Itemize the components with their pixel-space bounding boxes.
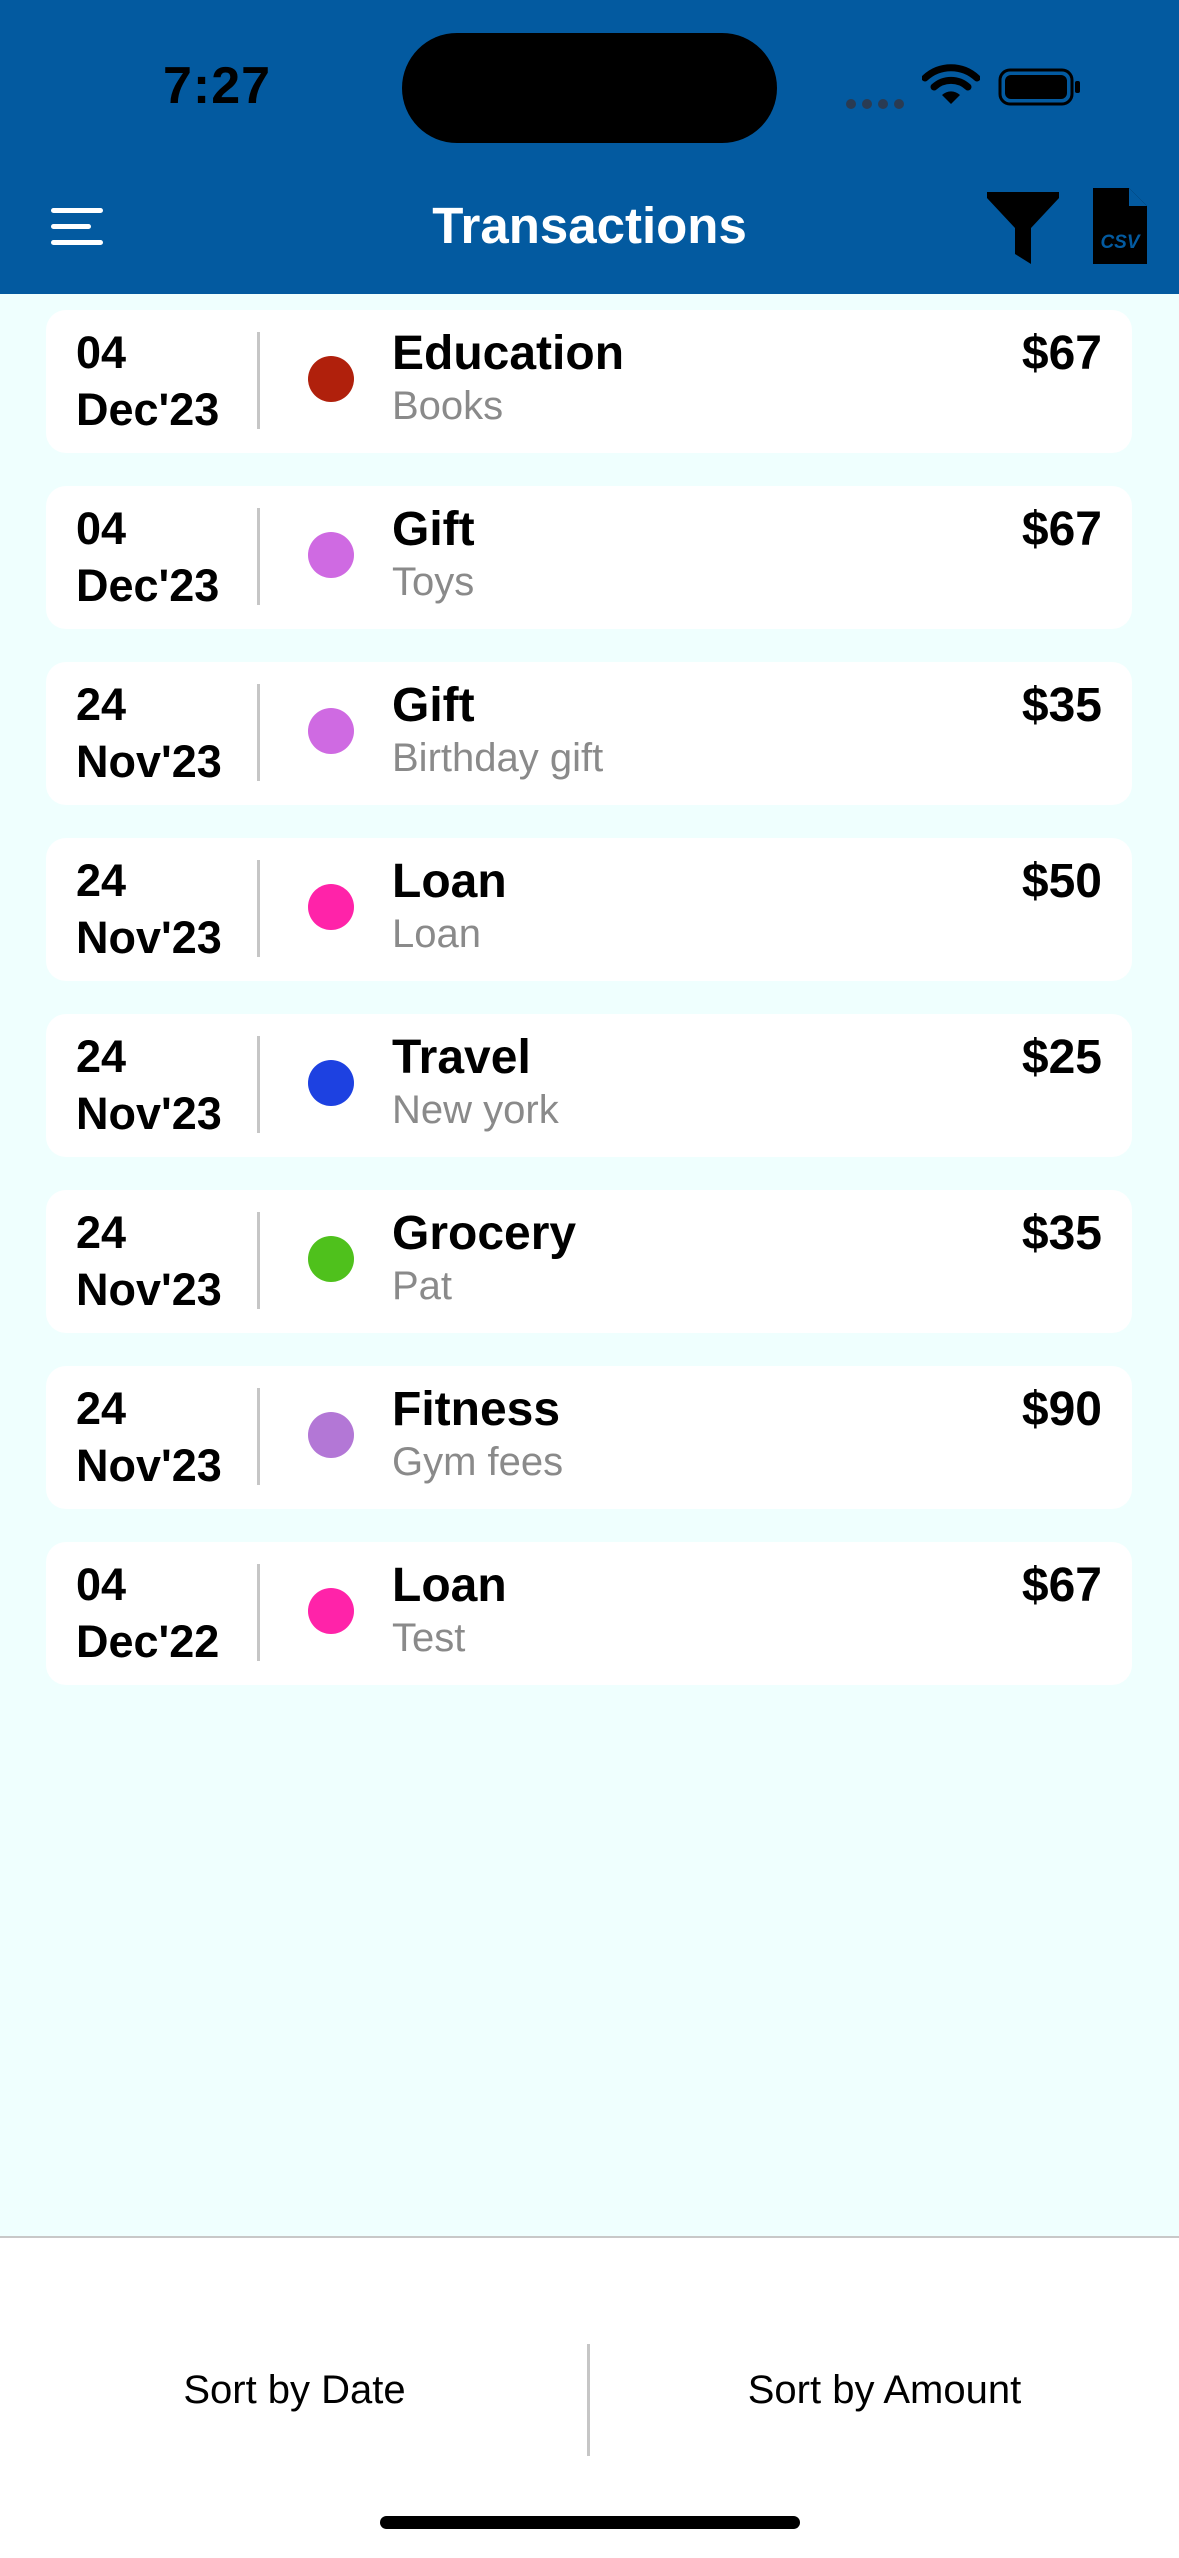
transaction-category: Loan <box>392 1559 507 1612</box>
transaction-date: 24 Nov'23 <box>76 1380 222 1494</box>
row-divider <box>257 508 260 605</box>
transaction-note: Toys <box>392 560 475 604</box>
csv-export-icon[interactable]: CSV <box>1091 186 1149 266</box>
transaction-month: Nov'23 <box>76 912 222 963</box>
transaction-amount: $67 <box>1021 503 1102 556</box>
row-divider <box>257 684 260 781</box>
row-divider <box>257 1036 260 1133</box>
wifi-icon <box>922 64 980 104</box>
transaction-month: Nov'23 <box>76 1440 222 1491</box>
transaction-row[interactable]: 24 Nov'23 Grocery Pat $35 <box>46 1190 1132 1333</box>
transaction-row[interactable]: 04 Dec'23 Education Books $67 <box>46 310 1132 453</box>
status-time: 7:27 <box>163 57 272 115</box>
transaction-date: 04 Dec'23 <box>76 324 219 438</box>
transaction-day: 24 <box>76 1031 127 1082</box>
category-color-dot <box>308 356 354 402</box>
category-color-dot <box>308 1588 354 1634</box>
transaction-amount: $35 <box>1021 679 1102 732</box>
transaction-category: Gift <box>392 679 475 732</box>
transaction-category: Gift <box>392 503 475 556</box>
transaction-day: 24 <box>76 679 127 730</box>
transaction-day: 04 <box>76 503 127 554</box>
transaction-note: Books <box>392 384 504 428</box>
transaction-row[interactable]: 04 Dec'22 Loan Test $67 <box>46 1542 1132 1685</box>
sort-by-date-button[interactable]: Sort by Date <box>0 2368 589 2413</box>
transaction-category: Grocery <box>392 1207 577 1260</box>
svg-text:CSV: CSV <box>1100 232 1140 253</box>
transaction-month: Dec'23 <box>76 384 220 435</box>
transactions-list: 04 Dec'23 Education Books $67 04 Dec'23 Gift Toy… <box>46 310 1132 1718</box>
transaction-date: 24 Nov'23 <box>76 852 222 966</box>
transaction-date: 24 Nov'23 <box>76 1204 222 1318</box>
transaction-amount: $90 <box>1021 1383 1102 1436</box>
row-divider <box>257 1212 260 1309</box>
transaction-amount: $50 <box>1021 855 1102 908</box>
transaction-day: 24 <box>76 1207 127 1258</box>
transaction-note: Test <box>392 1616 466 1660</box>
transaction-day: 24 <box>76 855 127 906</box>
transaction-category: Travel <box>392 1031 531 1084</box>
transaction-amount: $67 <box>1021 1559 1102 1612</box>
cellular-signal-icon <box>846 96 910 114</box>
transaction-note: New york <box>392 1088 559 1132</box>
row-divider <box>257 860 260 957</box>
transaction-day: 24 <box>76 1383 127 1434</box>
transaction-amount: $25 <box>1021 1031 1102 1084</box>
transaction-note: Loan <box>392 912 481 956</box>
category-color-dot <box>308 708 354 754</box>
transaction-month: Nov'23 <box>76 1088 222 1139</box>
category-color-dot <box>308 1412 354 1458</box>
transaction-row[interactable]: 24 Nov'23 Travel New york $25 <box>46 1014 1132 1157</box>
home-indicator <box>380 2516 800 2529</box>
transaction-date: 24 Nov'23 <box>76 1028 222 1142</box>
category-color-dot <box>308 1236 354 1282</box>
transaction-amount: $67 <box>1021 327 1102 380</box>
transaction-row[interactable]: 24 Nov'23 Gift Birthday gift $35 <box>46 662 1132 805</box>
transaction-month: Dec'22 <box>76 1616 220 1667</box>
category-color-dot <box>308 532 354 578</box>
transaction-amount: $35 <box>1021 1207 1102 1260</box>
nav-header: 7:27 Transactions CSV <box>0 0 1179 294</box>
transaction-row[interactable]: 04 Dec'23 Gift Toys $67 <box>46 486 1132 629</box>
dynamic-island <box>402 33 777 143</box>
sort-by-amount-button[interactable]: Sort by Amount <box>590 2368 1179 2413</box>
transaction-day: 04 <box>76 1559 127 1610</box>
transaction-category: Loan <box>392 855 507 908</box>
category-color-dot <box>308 884 354 930</box>
transaction-row[interactable]: 24 Nov'23 Fitness Gym fees $90 <box>46 1366 1132 1509</box>
bottom-bar: Sort by Date Sort by Amount <box>0 2236 1179 2558</box>
transaction-note: Pat <box>392 1264 453 1308</box>
transaction-note: Gym fees <box>392 1440 564 1484</box>
transaction-month: Nov'23 <box>76 736 222 787</box>
category-color-dot <box>308 1060 354 1106</box>
row-divider <box>257 332 260 429</box>
row-divider <box>257 1564 260 1661</box>
transaction-category: Education <box>392 327 625 380</box>
filter-icon[interactable] <box>983 188 1063 266</box>
transaction-row[interactable]: 24 Nov'23 Loan Loan $50 <box>46 838 1132 981</box>
transaction-date: 04 Dec'22 <box>76 1556 219 1670</box>
transaction-category: Fitness <box>392 1383 561 1436</box>
battery-icon <box>998 68 1080 106</box>
row-divider <box>257 1388 260 1485</box>
transaction-date: 04 Dec'23 <box>76 500 219 614</box>
transaction-day: 04 <box>76 327 127 378</box>
transaction-month: Dec'23 <box>76 560 220 611</box>
transaction-date: 24 Nov'23 <box>76 676 222 790</box>
transaction-month: Nov'23 <box>76 1264 222 1315</box>
transaction-note: Birthday gift <box>392 736 604 780</box>
